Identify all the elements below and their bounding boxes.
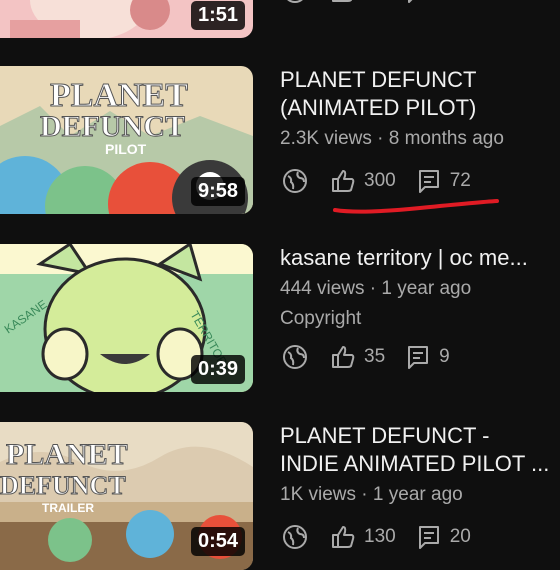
video-thumbnail-3[interactable]: KASANE TERRITORY 0:39: [0, 244, 253, 392]
thumb-text-planet: PLANET: [6, 438, 128, 471]
thumbs-up-icon[interactable]: [328, 522, 358, 552]
comment-count: 20: [449, 526, 471, 547]
red-underline-annotation: [333, 199, 499, 214]
video-row-1[interactable]: 1:51 30 12: [0, 0, 560, 38]
video-duration: 1:51: [190, 1, 245, 30]
video-thumbnail-4[interactable]: PLANET DEFUNCT TRAILER 0:54: [0, 422, 253, 570]
thumb-text-defunct: DEFUNCT: [0, 471, 126, 500]
comment-count: 12: [439, 0, 460, 2]
thumb-text-trailer: TRAILER: [42, 501, 94, 515]
globe-icon: [280, 342, 310, 372]
video-duration: 0:54: [190, 527, 245, 556]
video-thumbnail-2[interactable]: PLANET DEFUNCT PILOT 9:58: [0, 66, 253, 214]
like-count: 300: [364, 170, 396, 191]
video-title[interactable]: PLANET DEFUNCT (ANIMATED PILOT): [280, 66, 552, 122]
like-count: 30: [364, 0, 385, 2]
globe-icon: [280, 0, 310, 6]
video-row-4[interactable]: PLANET DEFUNCT TRAILER 0:54 PLANET DEFUN…: [0, 422, 560, 570]
video-thumbnail-1[interactable]: 1:51: [0, 0, 253, 38]
video-row-2[interactable]: PLANET DEFUNCT PILOT 9:58 PLANET DEFUNCT…: [0, 66, 560, 214]
video-title[interactable]: PLANET DEFUNCT - INDIE ANIMATED PILOT ..…: [280, 422, 552, 478]
globe-icon: [280, 522, 310, 552]
thumb-text-pilot: PILOT: [105, 141, 147, 157]
thumbs-up-icon[interactable]: [328, 166, 358, 196]
copyright-label: Copyright: [280, 308, 362, 329]
thumb-text-planet: PLANET: [50, 77, 188, 114]
globe-icon: [280, 166, 310, 196]
video-title[interactable]: kasane territory | oc me...: [280, 244, 552, 272]
video-title-line-1: PLANET DEFUNCT -: [280, 423, 490, 448]
video-meta: 1K views · 1 year ago: [280, 484, 463, 505]
comment-icon[interactable]: [403, 0, 433, 6]
comment-count: 9: [439, 346, 450, 367]
video-meta: 444 views · 1 year ago: [280, 278, 472, 299]
comment-icon[interactable]: [403, 342, 433, 372]
video-title-line-2: (ANIMATED PILOT): [280, 95, 477, 120]
thumbs-up-icon[interactable]: [328, 0, 358, 6]
like-count: 130: [364, 526, 396, 547]
video-title-line-2: INDIE ANIMATED PILOT ...: [280, 451, 550, 476]
video-title-line-1: PLANET DEFUNCT: [280, 67, 477, 92]
comment-icon[interactable]: [414, 166, 444, 196]
video-title-line-1: kasane territory | oc me...: [280, 245, 528, 270]
thumbs-up-icon[interactable]: [328, 342, 358, 372]
video-row-3[interactable]: KASANE TERRITORY 0:39 kasane territory |…: [0, 244, 560, 392]
thumb-text-defunct: DEFUNCT: [40, 110, 185, 143]
comment-icon[interactable]: [414, 522, 444, 552]
video-meta: 2.3K views · 8 months ago: [280, 128, 504, 149]
like-count: 35: [364, 346, 386, 367]
video-duration: 0:39: [190, 355, 245, 384]
comment-count: 72: [449, 170, 471, 191]
